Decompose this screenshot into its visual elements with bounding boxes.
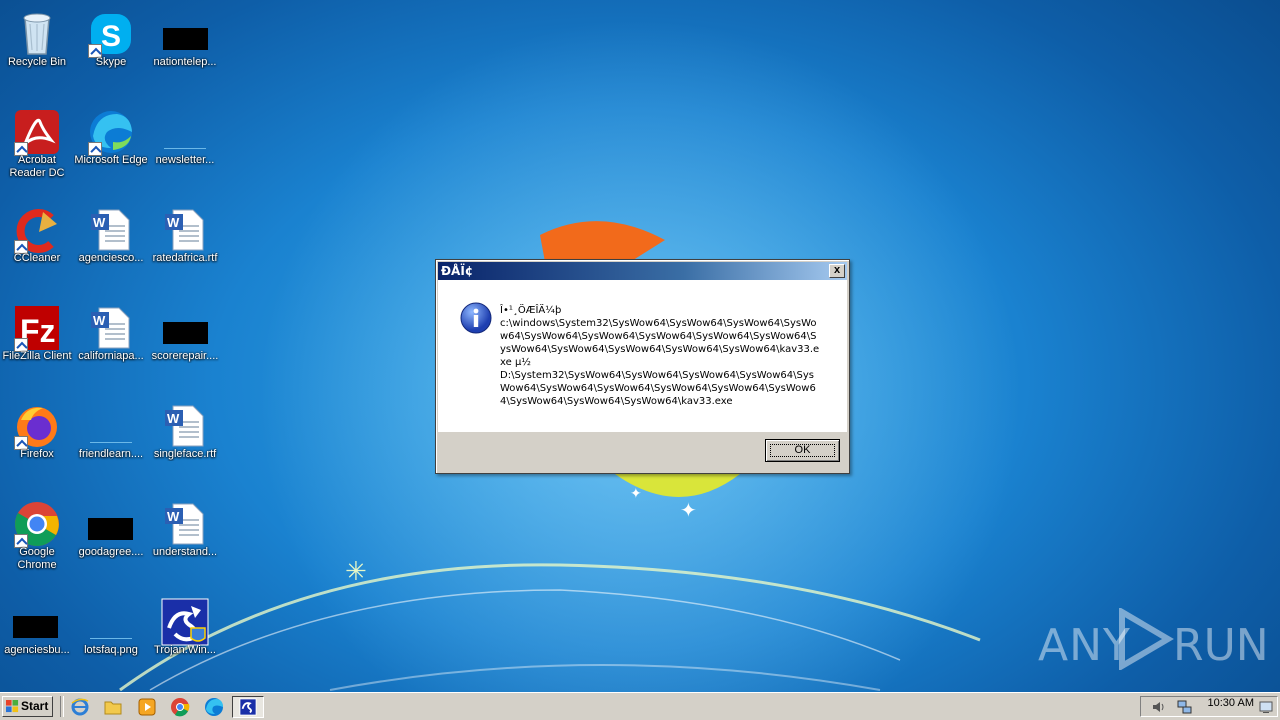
desktop-icon-nationtelep[interactable]: nationtelep... bbox=[148, 4, 222, 98]
svg-text:W: W bbox=[167, 411, 180, 426]
message-dialog: ÐÅÏ¢ x Î•¹¸ÖÆÎÄ¼þ c:\windows\System32\Sy… bbox=[435, 259, 850, 474]
desktop-icon-understand[interactable]: W understand... bbox=[148, 494, 222, 588]
desktop-icon-scorerepair[interactable]: scorerepair.... bbox=[148, 298, 222, 392]
desktop-icon-filezilla[interactable]: Fz FileZilla Client bbox=[0, 298, 74, 392]
desktop-icon-trojan[interactable]: Trojan.Win... bbox=[148, 592, 222, 686]
recycle-bin-icon bbox=[23, 13, 51, 55]
network-icon[interactable] bbox=[1177, 699, 1193, 715]
dialog-message: Î•¹¸ÖÆÎÄ¼þ c:\windows\System32\SysWow64\… bbox=[500, 305, 820, 407]
ie-icon[interactable] bbox=[70, 697, 90, 717]
desktop-icon-label: californiapa... bbox=[78, 350, 144, 362]
volume-icon[interactable] bbox=[1151, 699, 1167, 715]
desktop-icon-edge[interactable]: Microsoft Edge bbox=[74, 102, 148, 196]
taskbar: Start 10:30 AM bbox=[0, 692, 1280, 720]
chrome-icon[interactable] bbox=[170, 697, 190, 717]
watermark-text-right: RUN bbox=[1173, 620, 1269, 671]
desktop-icon-label: scorerepair.... bbox=[151, 350, 219, 362]
desktop-icon-label: CCleaner bbox=[13, 252, 61, 264]
svg-text:S: S bbox=[101, 20, 121, 53]
dialog-body: Î•¹¸ÖÆÎÄ¼þ c:\windows\System32\SysWow64\… bbox=[438, 280, 847, 432]
desktop-icon-label: nationtelep... bbox=[153, 56, 217, 68]
desktop-icon-label: Google Chrome bbox=[17, 546, 57, 571]
taskbar-task-trojan[interactable] bbox=[232, 696, 264, 718]
desktop-icon-label: friendlearn.... bbox=[78, 448, 144, 460]
desktop-icon-label: Trojan.Win... bbox=[154, 644, 216, 656]
desktop-icon-friendlearn[interactable]: friendlearn.... bbox=[74, 396, 148, 490]
anyrun-watermark: ANY RUN bbox=[1038, 608, 1269, 671]
desktop-icon-chrome[interactable]: Google Chrome bbox=[0, 494, 74, 588]
desktop-icon-label: Microsoft Edge bbox=[74, 154, 148, 166]
desktop-icon-label: FileZilla Client bbox=[2, 350, 72, 362]
desktop: ✦ ✦ ✳ Recycle Bin Acrobat Reader DC CCle… bbox=[0, 0, 1280, 692]
blank-file-icon bbox=[90, 618, 132, 639]
desktop-icon-agenciesco[interactable]: W agenciesco... bbox=[74, 200, 148, 294]
desktop-icon-goodagree[interactable]: goodagree.... bbox=[74, 494, 148, 588]
blank-file-icon bbox=[164, 128, 206, 149]
desktop-icon-label: Acrobat Reader DC bbox=[9, 154, 65, 179]
desktop-icon-ccleaner[interactable]: CCleaner bbox=[0, 200, 74, 294]
dialog-titlebar[interactable]: ÐÅÏ¢ x bbox=[438, 262, 847, 280]
desktop-icon-ratedafrica[interactable]: W ratedafrica.rtf bbox=[148, 200, 222, 294]
desktop-icon-label: agenciesbu... bbox=[4, 644, 70, 656]
taskbar-separator bbox=[60, 696, 64, 717]
desktop-icon-label: singleface.rtf bbox=[153, 448, 217, 460]
info-icon bbox=[460, 302, 492, 334]
word-document-icon: W bbox=[165, 405, 204, 447]
word-document-icon: W bbox=[91, 209, 130, 251]
dialog-title: ÐÅÏ¢ bbox=[441, 264, 474, 278]
blank-file-icon bbox=[90, 422, 132, 443]
redacted-thumbnail bbox=[163, 28, 208, 50]
edge-icon[interactable] bbox=[204, 697, 224, 717]
desktop-icon-singleface[interactable]: W singleface.rtf bbox=[148, 396, 222, 490]
desktop-icon-label: Firefox bbox=[20, 448, 54, 460]
desktop-icon-label: Skype bbox=[95, 56, 127, 68]
desktop-icon-label: newsletter... bbox=[155, 154, 215, 166]
media-player-icon[interactable] bbox=[137, 697, 157, 717]
svg-text:W: W bbox=[167, 215, 180, 230]
svg-text:✦: ✦ bbox=[680, 498, 697, 522]
word-document-icon: W bbox=[91, 307, 130, 349]
play-logo-icon bbox=[1119, 608, 1174, 670]
redacted-thumbnail bbox=[88, 518, 133, 540]
ok-button[interactable]: OK bbox=[765, 439, 840, 462]
desktop-icon-lotsfaq[interactable]: lotsfaq.png bbox=[74, 592, 148, 686]
desktop-icon-recycle-bin[interactable]: Recycle Bin bbox=[0, 4, 74, 98]
close-button[interactable]: x bbox=[829, 264, 845, 278]
svg-text:W: W bbox=[93, 313, 106, 328]
show-desktop-icon[interactable] bbox=[1259, 700, 1273, 714]
svg-text:W: W bbox=[93, 215, 106, 230]
desktop-icon-acrobat[interactable]: Acrobat Reader DC bbox=[0, 102, 74, 196]
svg-text:✦: ✦ bbox=[630, 486, 642, 502]
desktop-icon-agenciesbu[interactable]: agenciesbu... bbox=[0, 592, 74, 686]
trojan-app-icon bbox=[161, 598, 209, 646]
desktop-icon-californiapa[interactable]: W californiapa... bbox=[74, 298, 148, 392]
redacted-thumbnail bbox=[163, 322, 208, 344]
trojan-app-icon bbox=[239, 698, 257, 716]
redacted-thumbnail bbox=[13, 616, 58, 638]
windows-flag-icon bbox=[6, 700, 19, 713]
desktop-icon-label: agenciesco... bbox=[78, 252, 144, 264]
desktop-icon-skype[interactable]: S Skype bbox=[74, 4, 148, 98]
desktop-icon-label: ratedafrica.rtf bbox=[152, 252, 218, 264]
start-label: Start bbox=[21, 699, 49, 713]
word-document-icon: W bbox=[165, 209, 204, 251]
desktop-icon-label: Recycle Bin bbox=[7, 56, 67, 68]
clock[interactable]: 10:30 AM bbox=[1208, 697, 1254, 709]
desktop-icon-firefox[interactable]: Firefox bbox=[0, 396, 74, 490]
start-button[interactable]: Start bbox=[2, 696, 53, 717]
desktop-icon-label: lotsfaq.png bbox=[84, 644, 138, 656]
desktop-icon-newsletter[interactable]: newsletter... bbox=[148, 102, 222, 196]
svg-text:W: W bbox=[167, 509, 180, 524]
desktop-icon-label: understand... bbox=[152, 546, 218, 558]
explorer-icon[interactable] bbox=[103, 697, 123, 717]
desktop-icon-label: goodagree.... bbox=[78, 546, 144, 558]
word-document-icon: W bbox=[165, 503, 204, 545]
svg-text:✳: ✳ bbox=[345, 557, 367, 587]
